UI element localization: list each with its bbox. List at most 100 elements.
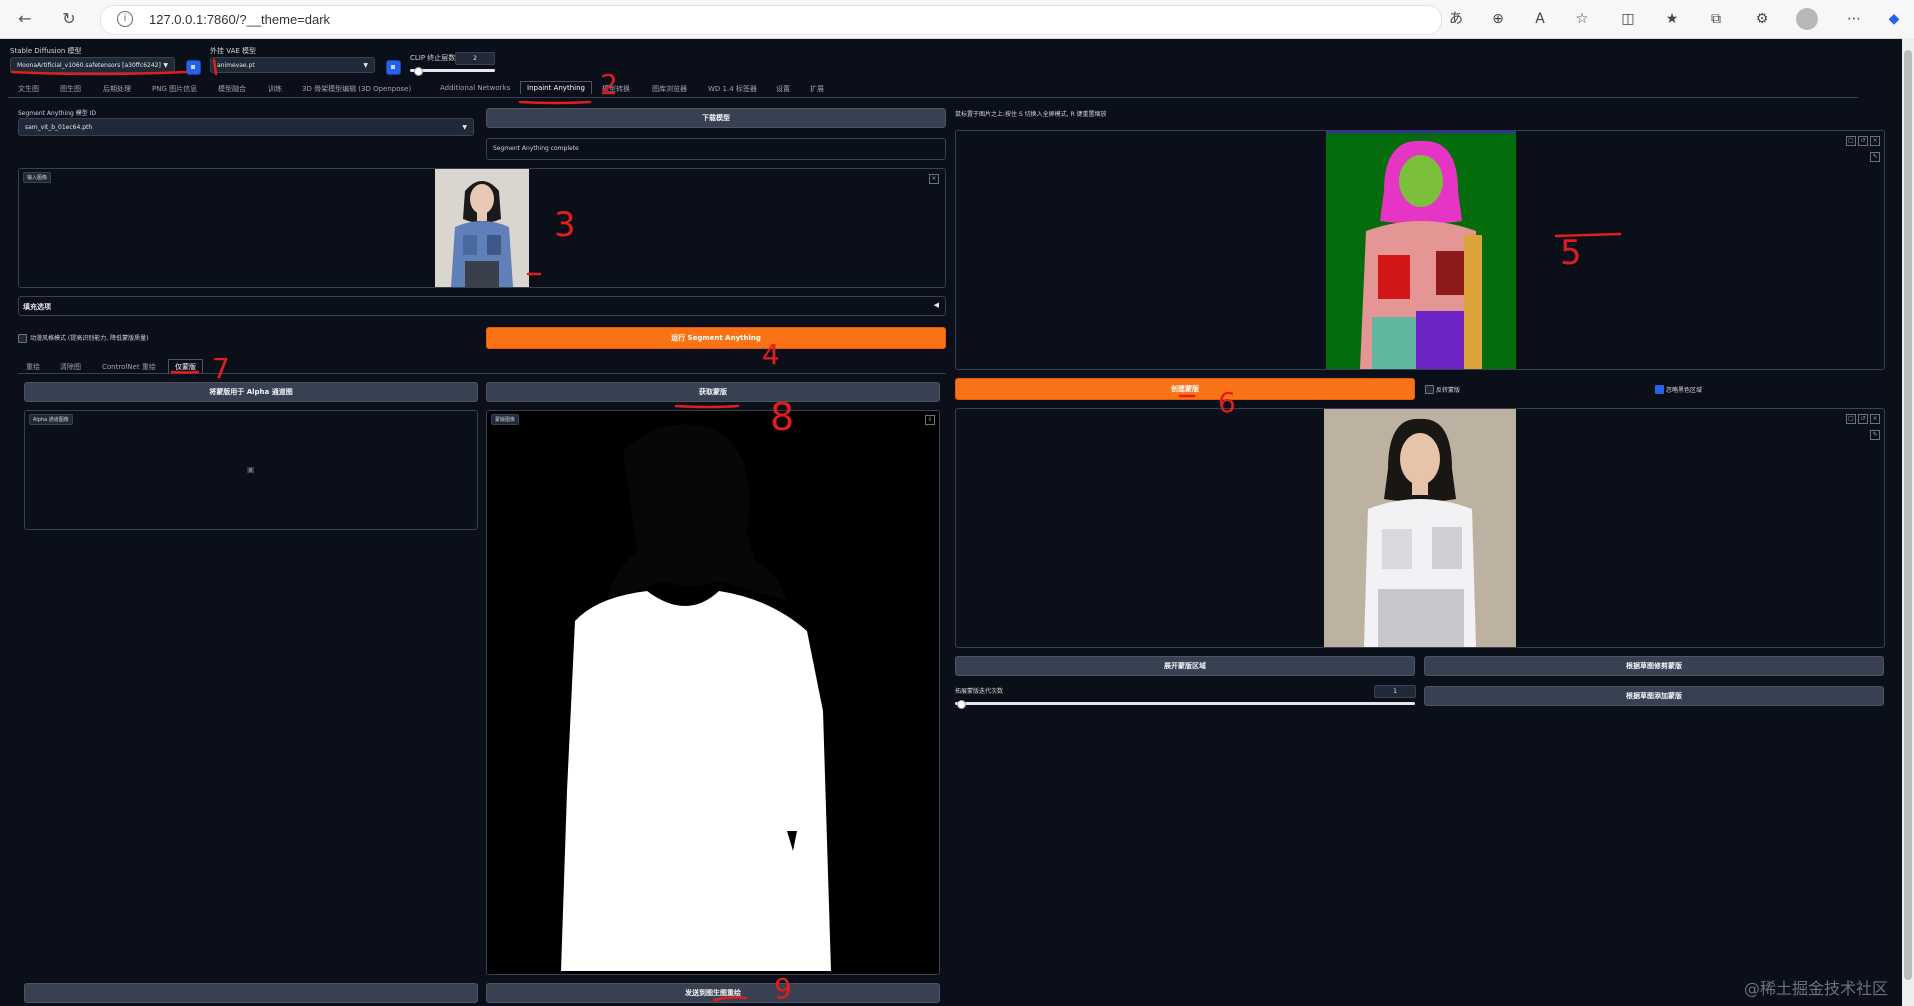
iteration-slider-knob[interactable]	[957, 700, 966, 709]
iteration-input[interactable]: 1	[1374, 685, 1416, 698]
segment-preview	[1326, 131, 1516, 369]
collections-icon[interactable]: ⧉	[1706, 9, 1726, 29]
tab-inpaint-anything[interactable]: Inpaint Anything	[520, 81, 592, 94]
chevron-down-icon: ▼	[163, 62, 168, 69]
send-to-img2img-button[interactable]: 发送到图生图重绘	[486, 983, 940, 1003]
segment-image-panel[interactable]: □ ↺ × ✎	[955, 130, 1885, 370]
sd-model-label: Stable Diffusion 模型	[10, 47, 82, 55]
profile-avatar[interactable]	[1796, 8, 1818, 30]
expand-mask-button[interactable]: 展开蒙版区域	[955, 656, 1415, 676]
tab-train[interactable]: 训练	[268, 84, 282, 94]
subtab-controlnet-inpaint[interactable]: ControlNet 重绘	[102, 362, 156, 372]
address-bar[interactable]: i 127.0.0.1:7860/?__theme=dark	[100, 5, 1442, 35]
tab-settings[interactable]: 设置	[776, 84, 790, 94]
refresh-model-button[interactable]	[186, 60, 201, 75]
clip-slider-knob[interactable]	[414, 67, 423, 76]
close-icon[interactable]: ×	[929, 174, 939, 184]
fill-options-accordion[interactable]: 填充选项 ◀	[18, 296, 946, 316]
tab-txt2img[interactable]: 文生图	[18, 84, 39, 94]
vae-value: animevae.pt	[217, 62, 255, 69]
status-text: Segment Anything complete	[493, 145, 579, 152]
status-box: Segment Anything complete	[486, 138, 946, 160]
invert-mask-checkbox[interactable]	[1425, 385, 1434, 394]
iteration-label: 拓展蒙版迭代次数	[955, 688, 1004, 695]
add-mask-button[interactable]: 根据草图添加蒙版	[1424, 686, 1884, 706]
underline-inpaint-tab	[518, 100, 592, 105]
reset-icon[interactable]: ↺	[1858, 136, 1868, 146]
tab-image-browser[interactable]: 图库浏览器	[652, 84, 687, 94]
favorite-star-icon[interactable]: ☆	[1572, 9, 1592, 29]
tab-divider	[8, 97, 1858, 98]
create-mask-button[interactable]: 创建蒙版	[955, 378, 1415, 400]
close-icon[interactable]: ×	[1870, 136, 1880, 146]
info-icon[interactable]: i	[117, 11, 133, 27]
subtab-divider	[18, 373, 946, 374]
annotation-number-7: 7	[212, 352, 230, 385]
run-sam-button[interactable]: 运行 Segment Anything	[486, 327, 946, 349]
underline-get-mask	[674, 404, 740, 409]
anime-mode-checkbox[interactable]	[18, 334, 27, 343]
iteration-slider-track[interactable]	[955, 702, 1415, 705]
alpha-channel-button[interactable]: 将蒙版用于 Alpha 通道图	[24, 382, 478, 402]
input-photo	[435, 169, 529, 287]
favorites-icon[interactable]: ★	[1662, 9, 1682, 29]
mask-sketch-panel[interactable]: □ ↺ × ✎	[955, 408, 1885, 648]
mask-image-panel[interactable]: 蒙版图像 ⇩	[486, 410, 940, 975]
input-image-tag: 输入图像	[23, 172, 52, 183]
ignore-black-checkbox[interactable]	[1655, 385, 1664, 394]
ignore-black-label: 忽略黑色区域	[1666, 387, 1703, 394]
tab-extras[interactable]: 后期处理	[103, 84, 131, 94]
scrollbar-thumb[interactable]	[1904, 50, 1912, 980]
image-placeholder-icon: ▣	[247, 465, 255, 474]
hint-text: 鼠标置于图片之上:按住 S 切换入全屏模式, R 键重置缩放	[955, 111, 1107, 118]
split-screen-icon[interactable]: ◫	[1618, 9, 1638, 29]
read-aloud-icon[interactable]: A	[1530, 9, 1550, 29]
reload-icon[interactable]: ↻	[58, 8, 80, 30]
chevron-down-icon: ▼	[363, 62, 368, 69]
download-model-button[interactable]: 下载模型	[486, 108, 946, 128]
page-scrollbar[interactable]	[1902, 38, 1914, 1006]
tab-model-convert[interactable]: 模型转换	[602, 84, 630, 94]
input-image-panel[interactable]: 输入图像 ×	[18, 168, 946, 288]
edit-icon[interactable]: ✎	[1870, 430, 1880, 440]
subtab-cleaner[interactable]: 清除图	[60, 362, 81, 372]
zoom-icon[interactable]: ⊕	[1488, 9, 1508, 29]
translate-icon[interactable]: あ	[1446, 9, 1466, 29]
more-menu-icon[interactable]: ⋯	[1844, 9, 1864, 29]
reset-icon[interactable]: ↺	[1858, 414, 1868, 424]
tab-merge[interactable]: 模型融合	[218, 84, 246, 94]
edit-icon[interactable]: ✎	[1870, 152, 1880, 162]
clip-number-input[interactable]: 2	[455, 52, 495, 65]
extensions-icon[interactable]: ⚙	[1752, 9, 1772, 29]
refresh-vae-button[interactable]	[386, 60, 401, 75]
vae-label: 外挂 VAE 模型	[210, 47, 257, 55]
chevron-down-icon: ▼	[462, 124, 467, 131]
alpha-image-panel[interactable]: Alpha 通道图像 ▣	[24, 410, 478, 530]
tab-wd14-tagger[interactable]: WD 1.4 标签器	[708, 84, 757, 94]
tab-additional-networks[interactable]: Additional Networks	[440, 84, 510, 92]
tab-png-info[interactable]: PNG 图片信息	[152, 84, 197, 94]
clip-label: CLIP 终止层数	[410, 54, 456, 62]
subtab-mask-only[interactable]: 仅蒙版	[168, 359, 203, 374]
sam-model-dropdown[interactable]: sam_vit_b_01ec64.pth ▼	[18, 118, 474, 136]
tab-3d-openpose[interactable]: 3D 骨架模型编辑 (3D Openpose)	[302, 84, 411, 94]
get-mask-button[interactable]: 获取蒙版	[486, 382, 940, 402]
sam-model-value: sam_vit_b_01ec64.pth	[25, 124, 93, 131]
fullscreen-icon[interactable]: □	[1846, 414, 1856, 424]
sd-model-dropdown[interactable]: MoonaArtificial_v1060.safetensors [a30ff…	[10, 57, 175, 73]
copilot-icon[interactable]: ◆	[1884, 9, 1904, 29]
vae-dropdown[interactable]: animevae.pt ▼	[210, 57, 375, 73]
fill-options-label: 填充选项	[23, 303, 51, 311]
result-photo	[1324, 409, 1516, 647]
sd-model-value: MoonaArtificial_v1060.safetensors [a30ff…	[17, 62, 161, 69]
close-icon[interactable]: ×	[1870, 414, 1880, 424]
tab-extensions[interactable]: 扩展	[810, 84, 824, 94]
invert-mask-label: 反转蒙版	[1436, 387, 1461, 394]
trim-mask-button[interactable]: 根据草图修剪蒙版	[1424, 656, 1884, 676]
fullscreen-icon[interactable]: □	[1846, 136, 1856, 146]
left-bottom-button[interactable]	[24, 983, 478, 1003]
collapse-arrow-icon: ◀	[933, 301, 939, 309]
subtab-inpaint[interactable]: 重绘	[26, 362, 40, 372]
back-icon[interactable]: ←	[14, 8, 36, 30]
tab-img2img[interactable]: 图生图	[60, 84, 81, 94]
